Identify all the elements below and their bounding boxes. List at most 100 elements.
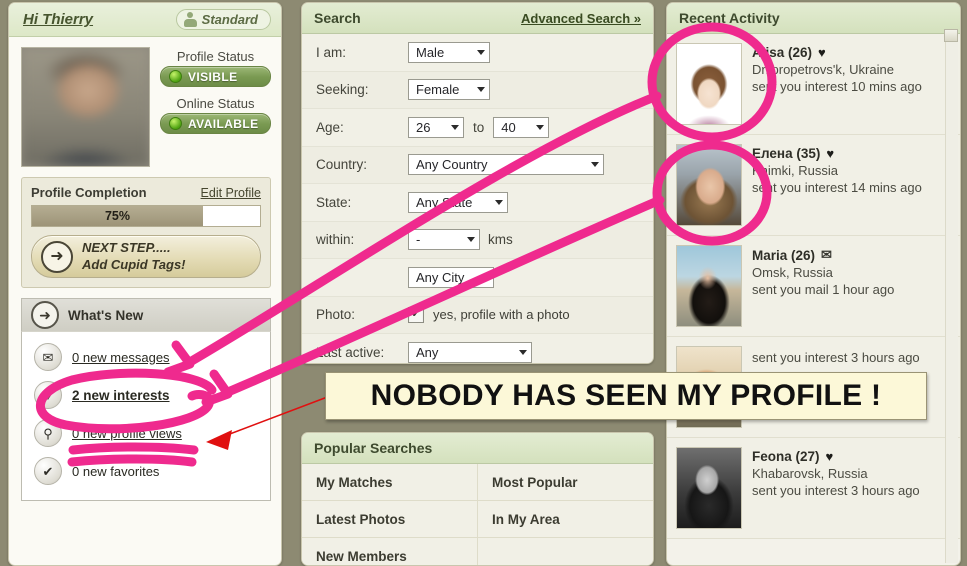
country-label: Country: [316,157,368,173]
status-area: Profile Status VISIBLE Online Status AVA… [160,47,271,167]
activity-location: Khabarovsk, Russia [752,466,868,481]
activity-row[interactable]: Елена (35) ♥ Khimki, Russia sent you int… [667,135,960,236]
new-favorites-label: 0 new favorites [72,463,160,479]
activity-name: Alisa (26) [752,45,813,60]
online-status-label: Online Status [176,96,255,111]
activity-action: sent you mail 1 hour ago [752,281,895,297]
popular-searches-grid: My Matches Latest Photos New Members Mos… [302,464,653,565]
popular-link-most-popular[interactable]: Most Popular [478,464,653,501]
membership-badge[interactable]: Standard [175,9,271,30]
age-from-select[interactable]: 26 [408,116,464,138]
state-select[interactable]: Any State [408,191,508,213]
within-select[interactable]: - [408,229,480,251]
activity-name: Feona (27) [752,449,820,464]
person-icon [183,12,197,27]
arrow-right-icon: ➜ [41,240,73,273]
within-unit-label: kms [488,232,513,248]
heart-icon: ♥ [826,146,835,161]
popular-link-my-matches[interactable]: My Matches [302,464,477,501]
field-row-country: Country: Any Country [302,146,653,184]
chevron-down-icon [495,199,503,205]
avatar[interactable] [676,144,742,226]
photo-checkbox[interactable]: ✔ [408,306,424,323]
page-root: Hi Thierry Standard Profile Status VISIB… [0,0,967,566]
annotation-callout: NOBODY HAS SEEN MY PROFILE ! [325,372,927,420]
new-messages-link[interactable]: 0 new messages [72,350,170,365]
scrollbar-track[interactable] [945,29,958,563]
list-item[interactable]: ⚲ 0 new profile views [22,414,270,452]
country-select[interactable]: Any Country [408,154,604,176]
popular-searches-title: Popular Searches [314,440,433,456]
new-interests-link[interactable]: 2 new interests [72,388,170,403]
age-to-word: to [473,119,485,135]
whats-new-header[interactable]: ➜ What's New [21,298,271,331]
status-led-icon [169,70,182,83]
completion-progress-bar: 75% [31,205,261,227]
list-item: ✔ 0 new favorites [22,452,270,490]
age-to-select[interactable]: 40 [493,116,550,138]
avatar[interactable] [676,447,742,529]
popular-link-latest-photos[interactable]: Latest Photos [302,501,477,538]
scrollbar-thumb[interactable] [944,29,958,42]
activity-action: sent you interest 14 mins ago [752,179,922,195]
avatar[interactable] [676,245,742,327]
greeting-link[interactable]: Hi Thierry [23,11,93,28]
search-header: Search Advanced Search » [302,3,653,34]
city-select[interactable]: Any City [408,266,494,288]
field-row-state: State: Any State [302,184,653,222]
chevron-down-icon [477,49,485,55]
photo-checkbox-label: yes, profile with a photo [433,307,570,323]
activity-action: sent you interest 3 hours ago [752,482,920,498]
advanced-search-link[interactable]: Advanced Search » [521,11,641,26]
activity-name: Елена (35) [752,146,821,161]
chevron-down-icon [591,162,599,168]
next-step-line1: NEXT STEP..... [82,240,171,256]
activity-action: sent you interest 10 mins ago [752,78,922,94]
new-profile-views-link[interactable]: 0 new profile views [72,426,182,441]
popular-searches-header: Popular Searches [302,433,653,464]
recent-activity-title: Recent Activity [679,10,780,26]
avatar[interactable] [676,43,742,125]
edit-profile-link[interactable]: Edit Profile [201,186,261,200]
field-row-last-active: Last active: Any [302,334,653,363]
age-label: Age: [316,119,344,135]
field-row-seeking: Seeking: Female [302,71,653,109]
popular-cell-empty [478,538,653,565]
next-step-button[interactable]: ➜ NEXT STEP..... Add Cupid Tags! [31,235,261,278]
list-item[interactable]: ✉ 0 new messages [22,338,270,376]
popular-link-new-members[interactable]: New Members [302,538,477,565]
chevron-down-icon [481,274,489,280]
arrow-right-icon: ➜ [31,301,59,329]
i-am-select[interactable]: Male [408,41,490,63]
activity-row[interactable]: Feona (27) ♥ Khabarovsk, Russia sent you… [667,438,960,539]
recent-activity-panel: Recent Activity Alisa (26) ♥ Dnipropetro… [666,2,961,566]
activity-location: Omsk, Russia [752,265,833,280]
search-panel: Search Advanced Search » I am: Male Seek… [301,2,654,364]
photo-label: Photo: [316,307,356,323]
membership-label: Standard [201,12,258,27]
profile-summary: Profile Status VISIBLE Online Status AVA… [9,37,281,173]
next-step-line2: Add Cupid Tags! [82,256,186,272]
activity-row[interactable]: Maria (26) ✉ Omsk, Russia sent you mail … [667,236,960,337]
profile-status-badge[interactable]: VISIBLE [160,66,271,87]
online-status-badge[interactable]: AVAILABLE [160,113,271,134]
envelope-icon: ✉ [34,343,62,371]
list-item[interactable]: ♥ 2 new interests [22,376,270,414]
seeking-select[interactable]: Female [408,79,490,101]
activity-name: Maria (26) [752,247,816,263]
seeking-label: Seeking: [316,82,369,98]
avatar[interactable] [21,47,150,167]
activity-action: sent you interest 3 hours ago [752,350,920,365]
whats-new-title: What's New [68,307,144,323]
heart-icon: ♥ [818,45,826,60]
whats-new-list: ✉ 0 new messages ♥ 2 new interests ⚲ 0 n… [21,331,271,501]
activity-row[interactable]: Alisa (26) ♥ Dnipropetrovs'k, Ukraine se… [667,34,960,135]
field-row-within: within: - kms [302,221,653,259]
popular-link-in-my-area[interactable]: In My Area [478,501,653,538]
i-am-label: I am: [316,44,347,60]
last-active-select[interactable]: Any [408,341,532,363]
profile-status-value: VISIBLE [188,69,238,84]
online-status-value: AVAILABLE [188,116,259,131]
last-active-label: Last active: [316,344,385,360]
profile-sidebar-panel: Hi Thierry Standard Profile Status VISIB… [8,2,282,566]
